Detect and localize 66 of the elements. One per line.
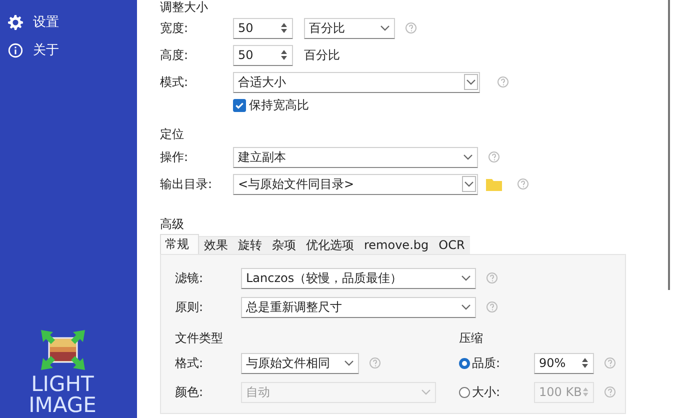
- tab[interactable]: 常规: [160, 234, 199, 254]
- compression-radio[interactable]: 大小:: [459, 384, 534, 400]
- format-dropdown[interactable]: 与原始文件相同: [241, 352, 359, 374]
- section-heading: 高级: [160, 217, 185, 231]
- tab[interactable]: OCR: [434, 236, 470, 254]
- caret-icon: [380, 25, 390, 31]
- spinner-icon: [280, 21, 288, 35]
- tab[interactable]: 杂项: [267, 236, 301, 254]
- mode-dropdown[interactable]: 合适大小: [233, 72, 480, 92]
- number-field[interactable]: 90%: [534, 352, 594, 374]
- field-label: 宽度:: [160, 20, 190, 36]
- field-label: 原则:: [175, 298, 204, 316]
- field-label: 颜色:: [175, 384, 204, 400]
- field-label: 输出目录:: [160, 176, 214, 192]
- field-label: 模式:: [160, 74, 190, 90]
- help-icon[interactable]: [486, 301, 498, 313]
- output-folder-dropdown[interactable]: <与原始文件同目录>: [233, 174, 478, 194]
- keep-ratio-checkbox[interactable]: 保持宽高比: [233, 96, 309, 114]
- tab[interactable]: 效果: [199, 236, 233, 254]
- caret-icon: [461, 304, 471, 310]
- spinner-icon: [581, 356, 589, 370]
- compression-radio[interactable]: 品质:: [459, 354, 534, 372]
- logo-text: IMAGE: [28, 395, 96, 416]
- section-heading: 定位: [160, 127, 185, 141]
- caret-icon: [463, 154, 473, 160]
- help-icon[interactable]: [488, 151, 500, 163]
- field-label: 高度:: [160, 46, 190, 64]
- tab[interactable]: 旋转: [233, 236, 267, 254]
- unit-dropdown[interactable]: 百分比: [304, 18, 395, 38]
- help-icon[interactable]: [604, 386, 616, 398]
- help-icon[interactable]: [497, 76, 509, 88]
- number-field[interactable]: 50: [233, 44, 293, 66]
- unit-label: 百分比: [304, 46, 340, 64]
- section-heading: 调整大小: [160, 0, 209, 14]
- caret-icon: [421, 389, 431, 395]
- sidebar-item[interactable]: 设置: [0, 8, 137, 36]
- scrollbar[interactable]: [668, 0, 670, 290]
- caret-icon: [461, 275, 471, 281]
- checkmark-icon: [234, 100, 245, 110]
- number-field[interactable]: 50: [233, 18, 293, 38]
- help-icon[interactable]: [486, 272, 498, 284]
- field-label: 滤镜:: [175, 270, 204, 286]
- filter-dropdown[interactable]: Lanczos（较慢，品质最佳）: [241, 268, 476, 288]
- group-heading: 文件类型: [175, 331, 224, 345]
- spinner-icon: [280, 48, 288, 62]
- help-icon[interactable]: [604, 357, 616, 369]
- caret-icon: [344, 360, 354, 366]
- tab[interactable]: 优化选项: [301, 236, 359, 254]
- spinner-icon: [582, 385, 589, 399]
- help-icon[interactable]: [517, 178, 529, 190]
- caret-icon: [462, 176, 476, 192]
- tab[interactable]: remove.bg: [359, 236, 434, 254]
- group-heading: 压缩: [459, 331, 484, 345]
- folder-icon[interactable]: [486, 178, 502, 190]
- gear-icon: [8, 14, 23, 30]
- rule-dropdown[interactable]: 总是重新调整尺寸: [241, 296, 476, 318]
- help-icon[interactable]: [369, 357, 381, 369]
- caret-icon: [464, 74, 478, 90]
- operation-dropdown[interactable]: 建立副本: [233, 146, 478, 168]
- help-icon[interactable]: [405, 22, 417, 34]
- logo-icon: [40, 330, 84, 370]
- info-icon: [8, 42, 23, 58]
- logo-text: LIGHT: [31, 374, 94, 395]
- field-label: 操作:: [160, 148, 190, 166]
- field-label: 格式:: [175, 354, 204, 372]
- sidebar-item[interactable]: 关于: [0, 36, 137, 64]
